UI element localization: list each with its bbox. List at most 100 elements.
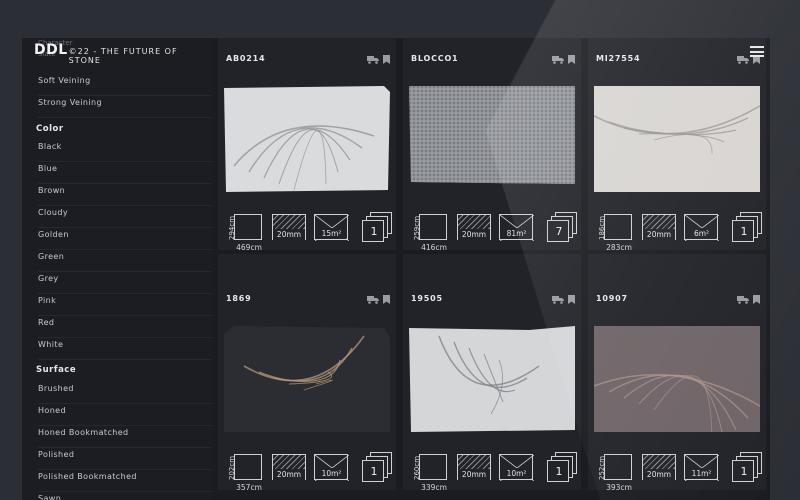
bookmark-icon[interactable]	[568, 295, 575, 304]
filter-item-grey[interactable]: Grey	[38, 272, 212, 294]
slab-specs: 259cm 416cm 20mm 81m² 7	[409, 212, 579, 254]
slab-area: 81m²	[502, 228, 531, 239]
slab-area: 6m²	[687, 228, 716, 239]
slab-card[interactable]: MI27554 186cm 283cm 20mm 6m² 1	[588, 38, 766, 252]
tagline: ©22 - THE FUTURE OF STONE	[68, 47, 178, 65]
bookmark-icon[interactable]	[568, 55, 575, 64]
slab-thickness: 20mm	[273, 469, 305, 480]
stack-layer: 1	[362, 460, 384, 482]
slab-count: 1	[726, 452, 764, 494]
filter-item-cloudy[interactable]: Cloudy	[38, 206, 212, 228]
bookmark-icon[interactable]	[383, 55, 390, 64]
slab-id[interactable]: MI27554	[596, 54, 640, 63]
menu-icon[interactable]	[750, 46, 764, 58]
filter-item-polished[interactable]: Polished	[38, 448, 212, 470]
slab-card[interactable]: 19505 260cm 339cm 20mm 10m² 1	[403, 254, 581, 492]
filter-item-white[interactable]: White	[38, 338, 212, 360]
slab-count: 1	[541, 452, 579, 494]
dimension-icon	[419, 214, 447, 240]
slab-thickness: 20mm	[643, 229, 675, 240]
slab-image[interactable]	[224, 86, 390, 192]
slab-image[interactable]	[224, 326, 390, 432]
truck-icon[interactable]	[737, 55, 749, 64]
filter-item-red[interactable]: Red	[38, 316, 212, 338]
slab-card[interactable]: AB0214 294cm 469cm 20mm 15m² 1	[218, 38, 396, 252]
slab-area: 15m²	[317, 228, 346, 239]
truck-icon[interactable]	[367, 55, 379, 64]
app-screen: Character Slate DDL ©22 - THE FUTURE OF …	[22, 38, 770, 500]
slab-image[interactable]	[594, 86, 760, 192]
area: 10m²	[312, 454, 352, 494]
slab-thickness: 20mm	[273, 229, 305, 240]
slab-card[interactable]: 1869 202cm 357cm 20mm 10m² 1	[218, 254, 396, 492]
bookmark-icon[interactable]	[753, 295, 760, 304]
slab-id[interactable]: 10907	[596, 294, 628, 303]
slab-id[interactable]: 1869	[226, 294, 251, 303]
slab-count: 1	[356, 452, 394, 494]
thickness-icon: 20mm	[457, 454, 491, 480]
area: 6m²	[682, 214, 722, 254]
slab-specs: 260cm 339cm 20mm 10m² 1	[409, 452, 579, 494]
dimension-icon	[234, 214, 262, 240]
stack-layer: 1	[732, 220, 754, 242]
filter-item-black[interactable]: Black	[38, 140, 212, 162]
truck-icon[interactable]	[552, 55, 564, 64]
filter-item-golden[interactable]: Golden	[38, 228, 212, 250]
slab-height: 259cm	[413, 215, 421, 241]
thickness-icon: 20mm	[272, 214, 306, 240]
filter-item-green[interactable]: Green	[38, 250, 212, 272]
slab-specs: 202cm 357cm 20mm 10m² 1	[224, 452, 394, 494]
filter-item-honed-bookmatched[interactable]: Honed Bookmatched	[38, 426, 212, 448]
slab-image[interactable]	[409, 86, 575, 192]
filter-sidebar: Character Slate DDL ©22 - THE FUTURE OF …	[22, 38, 212, 500]
filter-item-strong-veining[interactable]: Strong Veining	[38, 96, 212, 118]
slab-card[interactable]: BLOCCO1 259cm 416cm 20mm 81m² 7	[403, 38, 581, 252]
logo[interactable]: DDL	[34, 42, 68, 58]
filter-item-sawn[interactable]: Sawn	[38, 492, 212, 500]
filter-item-brown[interactable]: Brown	[38, 184, 212, 206]
slab-card[interactable]: 10907 252cm 393cm 20mm 11m² 1	[588, 254, 766, 492]
slab-width: 469cm	[236, 243, 262, 252]
area-icon: 15m²	[314, 214, 349, 241]
thickness-icon: 20mm	[642, 454, 676, 480]
thickness: 20mm	[270, 214, 310, 254]
slab-id[interactable]: BLOCCO1	[411, 54, 458, 63]
dimension-icon	[234, 454, 262, 480]
bookmark-icon[interactable]	[383, 295, 390, 304]
filter-item-honed[interactable]: Honed	[38, 404, 212, 426]
slab-count-value: 1	[370, 225, 378, 238]
slab-count: 7	[541, 212, 579, 254]
area: 10m²	[497, 454, 537, 494]
slab-thickness: 20mm	[458, 469, 490, 480]
dimensions: 202cm 357cm	[224, 454, 268, 494]
dimension-icon	[604, 214, 632, 240]
thickness: 20mm	[270, 454, 310, 494]
filter-item-blue[interactable]: Blue	[38, 162, 212, 184]
thickness: 20mm	[455, 454, 495, 494]
truck-icon[interactable]	[737, 295, 749, 304]
slab-height: 202cm	[228, 455, 236, 481]
filter-item-polished-bookmatched[interactable]: Polished Bookmatched	[38, 470, 212, 492]
truck-icon[interactable]	[552, 295, 564, 304]
filter-item-pink[interactable]: Pink	[38, 294, 212, 316]
filter-item-brushed[interactable]: Brushed	[38, 382, 212, 404]
slab-specs: 186cm 283cm 20mm 6m² 1	[594, 212, 764, 254]
slab-grid: 178cm318cm20mm6m²120mm6m²1181cm20mm6m²1A…	[218, 38, 770, 500]
thickness-icon: 20mm	[457, 214, 491, 240]
dimension-icon	[419, 454, 447, 480]
slab-id[interactable]: 19505	[411, 294, 443, 303]
slab-area: 10m²	[317, 468, 346, 479]
area-icon: 11m²	[684, 454, 719, 481]
slab-image[interactable]	[594, 326, 760, 432]
slab-width: 393cm	[606, 483, 632, 492]
area-icon: 10m²	[314, 454, 349, 481]
filter-item-soft-veining[interactable]: Soft Veining	[38, 74, 212, 96]
slab-image[interactable]	[409, 326, 575, 432]
truck-icon[interactable]	[367, 295, 379, 304]
slab-width: 416cm	[421, 243, 447, 252]
slab-id[interactable]: AB0214	[226, 54, 265, 63]
dimension-icon	[604, 454, 632, 480]
slab-specs: 252cm 393cm 20mm 11m² 1	[594, 452, 764, 494]
slab-thickness: 20mm	[643, 469, 675, 480]
slab-width: 339cm	[421, 483, 447, 492]
